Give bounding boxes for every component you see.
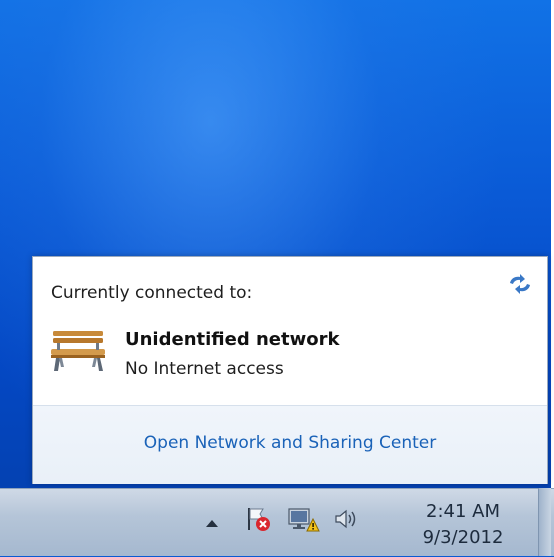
connected-to-label: Currently connected to: <box>51 283 253 303</box>
network-flyout: Currently connected to: Unidentified net… <box>32 256 548 484</box>
network-list-item[interactable]: Unidentified network No Internet access <box>47 323 487 385</box>
taskbar-clock[interactable]: 2:41 AM 9/3/2012 <box>404 499 522 551</box>
volume-icon[interactable] <box>330 505 364 533</box>
notification-area: 2:41 AM 9/3/2012 <box>0 489 554 557</box>
network-status: No Internet access <box>125 359 284 379</box>
refresh-icon[interactable] <box>507 273 533 295</box>
flyout-footer: Open Network and Sharing Center <box>33 405 547 484</box>
network-warning-icon[interactable] <box>286 505 320 533</box>
open-network-sharing-center-link[interactable]: Open Network and Sharing Center <box>33 433 547 453</box>
clock-date: 9/3/2012 <box>422 527 504 548</box>
show-hidden-icons-arrow-icon[interactable] <box>205 513 219 527</box>
show-desktop-button[interactable] <box>538 488 551 556</box>
action-center-flag-icon[interactable] <box>245 505 273 533</box>
bench-icon <box>47 327 109 375</box>
flyout-main-section: Currently connected to: Unidentified net… <box>33 257 547 405</box>
clock-time: 2:41 AM <box>426 501 500 522</box>
network-name: Unidentified network <box>125 329 340 350</box>
taskbar: 2:41 AM 9/3/2012 <box>0 488 554 556</box>
